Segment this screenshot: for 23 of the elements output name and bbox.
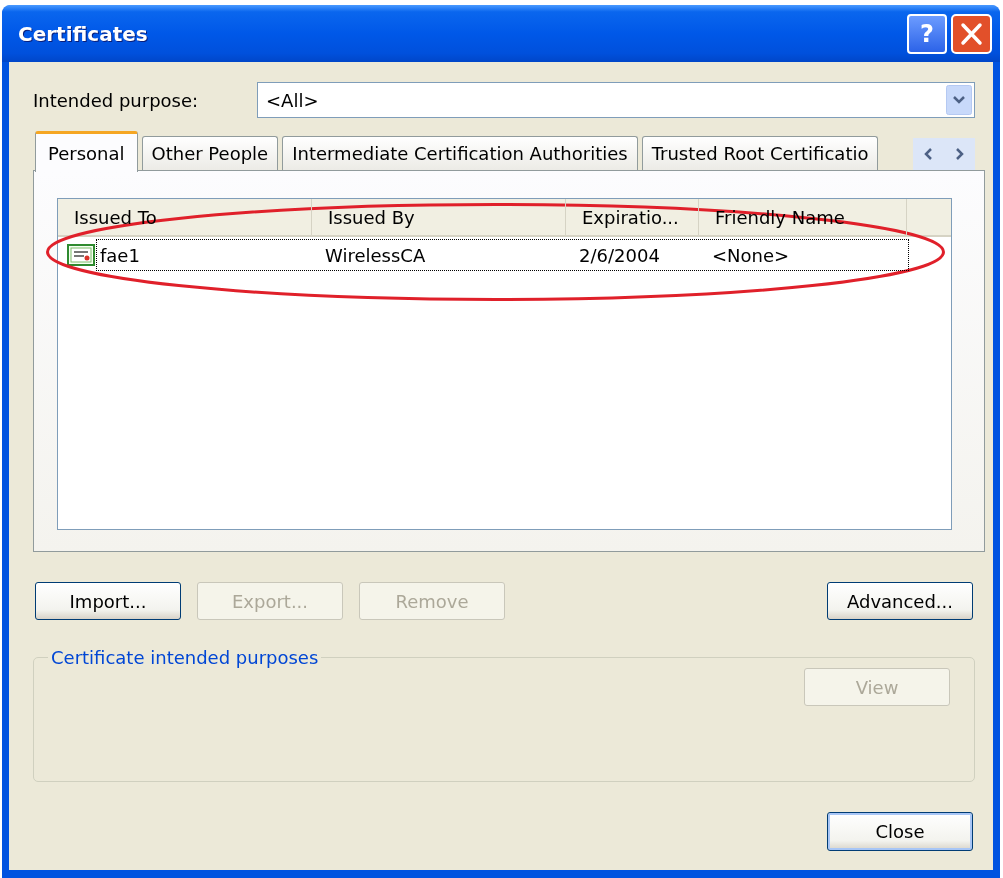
chevron-right-icon[interactable] xyxy=(944,138,975,170)
certificate-icon xyxy=(67,244,95,266)
import-button[interactable]: Import... xyxy=(35,582,181,620)
table-cell-text: <None> xyxy=(711,243,791,268)
table-cell-text: 2/6/2004 xyxy=(578,243,661,268)
tab[interactable]: Other People xyxy=(141,136,279,170)
close-button[interactable]: Close xyxy=(827,812,973,851)
window-title: Certificates xyxy=(18,21,148,46)
tab[interactable]: Personal xyxy=(35,131,138,172)
close-icon[interactable] xyxy=(951,13,992,54)
tab[interactable]: Trusted Root Certificatio xyxy=(641,136,879,170)
column-header[interactable]: Issued By xyxy=(312,199,566,235)
group-label: Certificate intended purposes xyxy=(50,647,320,668)
purpose-dropdown[interactable]: <All> xyxy=(257,82,975,118)
table-cell-text: fae1 xyxy=(99,243,141,268)
tab[interactable]: Intermediate Certification Authorities xyxy=(282,136,638,170)
chevron-down-icon[interactable] xyxy=(946,85,972,115)
table-cell-text: WirelessCA xyxy=(324,243,427,268)
chevron-left-icon[interactable] xyxy=(913,138,944,170)
advanced-button[interactable]: Advanced... xyxy=(827,582,973,620)
purpose-label: Intended purpose: xyxy=(33,89,200,111)
column-header[interactable]: Expiratio... xyxy=(566,199,699,235)
table-row[interactable]: fae1 WirelessCA 2/6/2004 <None> xyxy=(96,239,909,271)
